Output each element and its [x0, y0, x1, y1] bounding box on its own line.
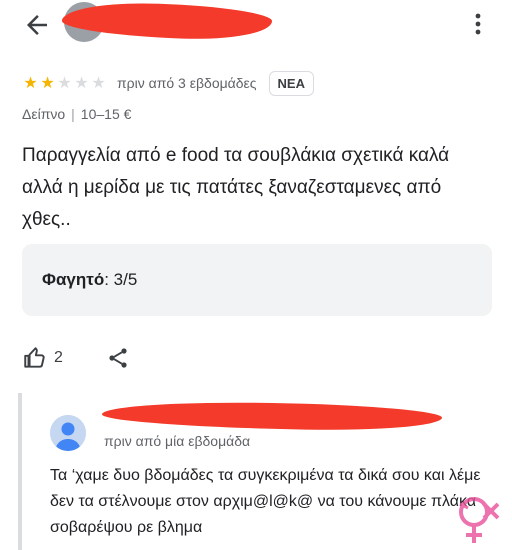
star-empty-icon: ★ [74, 75, 89, 92]
like-button[interactable]: 2 [22, 345, 63, 371]
rating-row: ★ ★ ★ ★ ★ πριν από 3 εβδομάδες ΝΕΑ [22, 70, 314, 96]
price-range: 10–15 € [80, 106, 132, 122]
star-filled-icon: ★ [40, 75, 55, 92]
person-avatar-icon [50, 415, 86, 451]
more-options-button[interactable] [466, 10, 490, 38]
food-rating: Φαγητό: 3/5 [42, 270, 137, 290]
review-text: Παραγγελία από e food τα σουβλάκια σχετι… [22, 145, 450, 230]
thumb-up-icon [24, 347, 45, 368]
star-empty-icon: ★ [57, 75, 72, 92]
like-count: 2 [54, 349, 63, 366]
star-filled-icon: ★ [23, 75, 38, 92]
meta-separator: | [71, 106, 75, 122]
reply-time: πριν από μία εβδομάδα [104, 433, 251, 449]
attribute-rating-box: Φαγητό: 3/5 [22, 244, 492, 316]
visit-meta: Δείπνο | 10–15 € [22, 106, 131, 122]
share-button[interactable] [106, 345, 130, 376]
redaction-scribble [101, 400, 443, 432]
share-icon [109, 348, 127, 368]
owner-reply: πριν από μία εβδομάδα Τα ‘χαμε δυο βδομά… [18, 393, 496, 550]
new-badge: ΝΕΑ [268, 70, 314, 96]
more-vert-icon [475, 13, 481, 35]
watermark-logo [446, 490, 510, 548]
food-rating-label: Φαγητό [42, 270, 105, 289]
star-rating: ★ ★ ★ ★ ★ [22, 73, 107, 93]
review-time: πριν από 3 εβδομάδες [117, 75, 257, 91]
reply-text: Τα ‘χαμε δυο βδομάδες τα συγκεκριμένα τα… [50, 467, 481, 536]
meal-type: Δείπνο [22, 106, 66, 122]
arrow-back-icon [27, 15, 47, 35]
star-empty-icon: ★ [91, 75, 106, 92]
app-header: Γ [0, 0, 512, 50]
food-rating-value: : 3/5 [104, 270, 138, 289]
back-button[interactable] [22, 10, 52, 40]
